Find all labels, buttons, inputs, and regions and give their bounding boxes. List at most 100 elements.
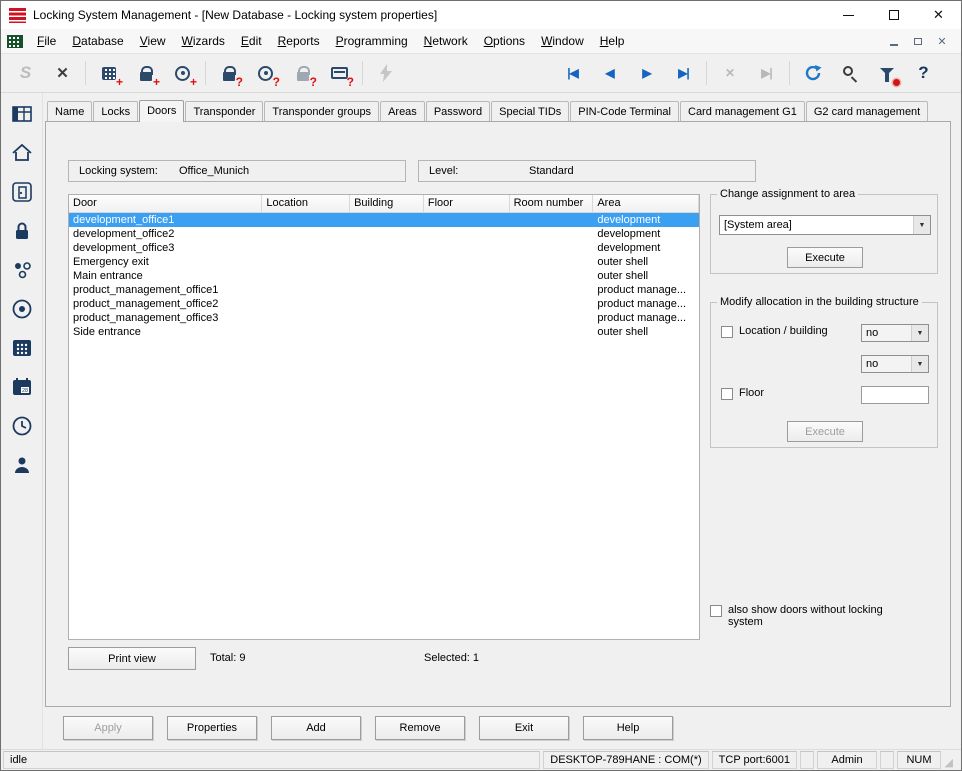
sidebar-item-home[interactable] [8, 140, 36, 166]
read-card-button[interactable]: ? [321, 57, 358, 89]
sidebar-item-calendar[interactable]: 28 [8, 374, 36, 400]
cell-room [510, 255, 594, 269]
column-header-door[interactable]: Door [69, 195, 262, 212]
help-button-bottom[interactable]: Help [583, 716, 673, 740]
show-doors-without-system-checkbox[interactable]: also show doors without locking system [710, 604, 920, 628]
cell-room [510, 311, 594, 325]
disconnect-button[interactable]: ✕ [44, 57, 81, 89]
mdi-minimize-button[interactable] [887, 34, 901, 48]
area-execute-button[interactable]: Execute [787, 247, 863, 268]
add-transponder-button[interactable]: + [164, 57, 201, 89]
column-header-area[interactable]: Area [593, 195, 699, 212]
minimize-button[interactable] [826, 1, 871, 29]
tab-areas[interactable]: Areas [380, 101, 425, 121]
sidebar-item-doors[interactable] [8, 179, 36, 205]
checkbox-icon[interactable] [721, 388, 733, 400]
column-header-location[interactable]: Location [262, 195, 350, 212]
exit-button[interactable]: Exit [479, 716, 569, 740]
sidebar-item-persons[interactable] [8, 452, 36, 478]
sidebar-item-matrix[interactable] [8, 101, 36, 127]
status-port: TCP port:6001 [712, 751, 797, 769]
sidebar-item-pincode-keypad[interactable] [8, 335, 36, 361]
checkbox-icon[interactable] [710, 605, 722, 617]
mdi-restore-button[interactable] [911, 34, 925, 48]
add-pincode-keypad-button[interactable]: + [90, 57, 127, 89]
read-transponder-button[interactable]: ? [247, 57, 284, 89]
menu-file[interactable]: File [29, 30, 64, 52]
sidebar-item-transponders[interactable] [8, 296, 36, 322]
menu-wizards[interactable]: Wizards [174, 30, 233, 52]
read-lock-button[interactable]: ? [210, 57, 247, 89]
filter-settings-button[interactable] [868, 57, 905, 89]
nav-cancel-button[interactable]: ✕ [711, 57, 748, 89]
system-area-dropdown[interactable]: [System area] ▼ [719, 215, 931, 235]
resize-grip-icon[interactable]: ◢ [944, 751, 959, 769]
nav-prev-button[interactable]: ◀ [591, 57, 628, 89]
table-row[interactable]: product_management_office3 product manag… [69, 311, 699, 325]
sync-button[interactable]: S [7, 57, 44, 89]
checkbox-icon[interactable] [721, 326, 733, 338]
read-lock-offline-button[interactable]: ? [284, 57, 321, 89]
table-row[interactable]: development_office3 development [69, 241, 699, 255]
sidebar-item-time-zones[interactable] [8, 413, 36, 439]
program-button[interactable] [367, 57, 404, 89]
tab-card-management-g1[interactable]: Card management G1 [680, 101, 805, 121]
menu-options[interactable]: Options [476, 30, 533, 52]
location-dropdown[interactable]: no ▼ [861, 324, 929, 342]
menu-database[interactable]: Database [64, 30, 131, 52]
add-lock-button[interactable]: + [127, 57, 164, 89]
table-row[interactable]: Emergency exit outer shell [69, 255, 699, 269]
column-header-building[interactable]: Building [350, 195, 424, 212]
nav-last-button[interactable]: ▶| [665, 57, 702, 89]
table-row[interactable]: development_office1 development [69, 213, 699, 227]
sidebar-item-transponder-groups[interactable] [8, 257, 36, 283]
menu-window[interactable]: Window [533, 30, 592, 52]
menu-programming[interactable]: Programming [328, 30, 416, 52]
tab-transponder-groups[interactable]: Transponder groups [264, 101, 379, 121]
help-button[interactable]: ? [905, 57, 942, 89]
nav-next-button[interactable]: ▶ [628, 57, 665, 89]
properties-button[interactable]: Properties [167, 716, 257, 740]
table-row[interactable]: product_management_office2 product manag… [69, 297, 699, 311]
table-row[interactable]: Main entrance outer shell [69, 269, 699, 283]
floor-checkbox[interactable]: Floor [721, 387, 841, 400]
tab-transponder[interactable]: Transponder [185, 101, 263, 121]
remove-button[interactable]: Remove [375, 716, 465, 740]
refresh-button[interactable] [794, 57, 831, 89]
building-dropdown[interactable]: no ▼ [861, 355, 929, 373]
level-value: Standard [529, 165, 574, 177]
cell-location [262, 297, 350, 311]
nav-skip-button[interactable]: ▶| [748, 57, 785, 89]
location-building-checkbox[interactable]: Location / building [721, 325, 861, 338]
mdi-child-icon[interactable] [7, 35, 23, 48]
add-button[interactable]: Add [271, 716, 361, 740]
nav-first-button[interactable]: |◀ [554, 57, 591, 89]
table-row[interactable]: product_management_office1 product manag… [69, 283, 699, 297]
print-view-button[interactable]: Print view [68, 647, 196, 670]
tab-g2-card-management[interactable]: G2 card management [806, 101, 928, 121]
tab-locks[interactable]: Locks [93, 101, 138, 121]
tab-name[interactable]: Name [47, 101, 92, 121]
menu-reports[interactable]: Reports [270, 30, 328, 52]
floor-input[interactable] [861, 386, 929, 404]
menu-view[interactable]: View [132, 30, 174, 52]
column-header-room-number[interactable]: Room number [510, 195, 594, 212]
tab-password[interactable]: Password [426, 101, 490, 121]
close-button[interactable]: ✕ [916, 1, 961, 29]
sidebar-item-locks[interactable] [8, 218, 36, 244]
column-header-floor[interactable]: Floor [424, 195, 510, 212]
maximize-button[interactable] [871, 1, 916, 29]
tab-special-tids[interactable]: Special TIDs [491, 101, 569, 121]
menu-network[interactable]: Network [416, 30, 476, 52]
search-button[interactable] [831, 57, 868, 89]
apply-button[interactable]: Apply [63, 716, 153, 740]
menu-help[interactable]: Help [592, 30, 633, 52]
tab-pincode-terminal[interactable]: PIN-Code Terminal [570, 101, 679, 121]
tab-doors[interactable]: Doors [139, 100, 184, 122]
allocation-execute-button[interactable]: Execute [787, 421, 863, 442]
mdi-close-button[interactable]: ✕ [935, 34, 949, 48]
cell-location [262, 311, 350, 325]
table-row[interactable]: development_office2 development [69, 227, 699, 241]
table-row[interactable]: Side entrance outer shell [69, 325, 699, 339]
menu-edit[interactable]: Edit [233, 30, 270, 52]
